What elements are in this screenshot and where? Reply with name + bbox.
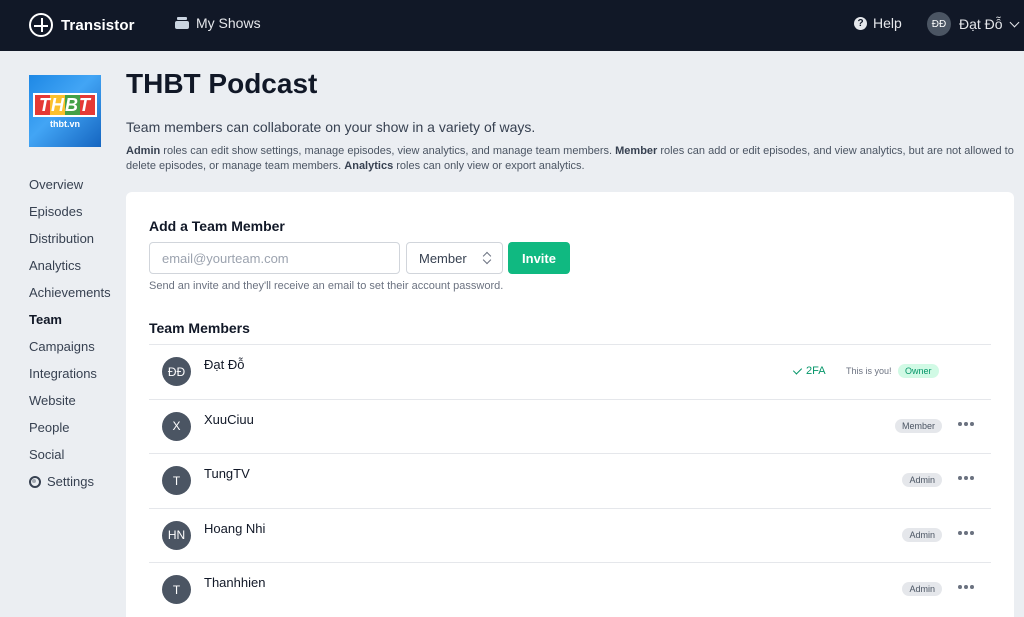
role-badge: Admin — [902, 527, 942, 542]
member-name: Đạt Đỗ — [204, 357, 245, 372]
sidebar-item-people[interactable]: People — [29, 414, 111, 441]
transistor-logo-icon — [29, 13, 53, 37]
sidebar-item-distribution[interactable]: Distribution — [29, 225, 111, 252]
sidebar-item-integrations[interactable]: Integrations — [29, 360, 111, 387]
brand-link[interactable]: Transistor — [29, 12, 135, 38]
my-shows-link[interactable]: My Shows — [175, 15, 261, 31]
roles-description: Admin roles can edit show settings, mana… — [126, 145, 1014, 172]
table-row: X XuuCiuu Member — [149, 398, 991, 454]
user-name: Đạt Đỗ — [959, 16, 1003, 32]
email-input[interactable] — [149, 242, 400, 274]
sidebar-item-campaigns[interactable]: Campaigns — [29, 333, 111, 360]
sidebar-item-team[interactable]: Team — [29, 306, 111, 333]
cover-sub-text: thbt.vn — [50, 119, 80, 129]
sidebar-item-overview[interactable]: Overview — [29, 171, 111, 198]
team-members-list: ĐĐ Đạt Đỗ 2FA This is you! Owner X XuuCi… — [149, 344, 991, 617]
sidebar-item-settings[interactable]: Settings — [29, 468, 111, 495]
role-badge: Owner — [898, 364, 939, 378]
table-row: ĐĐ Đạt Đỗ 2FA This is you! Owner — [149, 344, 991, 399]
chevron-down-icon — [1009, 17, 1020, 27]
updown-chevron-icon — [483, 251, 491, 265]
user-menu[interactable]: ĐĐ Đạt Đỗ — [927, 12, 1020, 36]
avatar: T — [162, 575, 191, 605]
question-icon: ? — [854, 16, 867, 30]
member-name: Thanhhien — [204, 575, 266, 591]
more-options-icon[interactable] — [958, 421, 975, 426]
invite-button[interactable]: Invite — [508, 242, 570, 274]
more-options-icon[interactable] — [958, 476, 975, 481]
this-is-you-label: This is you! — [846, 366, 892, 376]
avatar: T — [162, 466, 191, 496]
sidebar-item-achievements[interactable]: Achievements — [29, 279, 111, 306]
check-icon — [792, 364, 803, 375]
role-badge: Member — [894, 418, 942, 433]
help-label: Help — [873, 15, 902, 31]
role-badge: Admin — [902, 473, 942, 488]
help-link[interactable]: ? Help — [854, 15, 902, 31]
sidebar-item-analytics[interactable]: Analytics — [29, 252, 111, 279]
team-lead-text: Team members can collaborate on your sho… — [126, 119, 536, 135]
invite-hint: Send an invite and they'll receive an em… — [149, 280, 504, 292]
add-member-heading: Add a Team Member — [149, 218, 285, 234]
role-select-value: Member — [419, 250, 467, 266]
my-shows-label: My Shows — [196, 15, 261, 31]
table-row: HN Hoang Nhi Admin — [149, 507, 991, 563]
member-name: XuuCiuu — [204, 411, 254, 427]
table-row: T Thanhhien Admin — [149, 562, 991, 617]
team-card: Add a Team Member Member Invite Send an … — [126, 192, 1014, 617]
role-select[interactable]: Member — [406, 242, 503, 274]
cover-logo-text: THBT — [33, 93, 97, 117]
more-options-icon[interactable] — [958, 530, 975, 535]
sidebar-item-episodes[interactable]: Episodes — [29, 198, 111, 225]
avatar: HN — [162, 520, 191, 550]
team-members-heading: Team Members — [149, 320, 250, 336]
gear-icon — [29, 475, 41, 488]
more-options-icon[interactable] — [958, 585, 975, 590]
table-row: T TungTV Admin — [149, 453, 991, 508]
member-name: TungTV — [204, 466, 250, 482]
avatar: ĐĐ — [162, 357, 191, 386]
role-badge: Admin — [902, 582, 942, 597]
twofa-indicator: 2FA — [792, 364, 826, 377]
page-title: THBT Podcast — [126, 68, 318, 99]
avatar: X — [162, 411, 191, 441]
top-bar: Transistor My Shows ? Help ĐĐ Đạt Đỗ — [0, 0, 1024, 51]
sidebar-item-social[interactable]: Social — [29, 441, 111, 468]
shows-icon — [175, 17, 189, 29]
brand-name: Transistor — [61, 16, 135, 34]
show-cover-art[interactable]: THBT thbt.vn — [29, 75, 101, 147]
member-name: Hoang Nhi — [204, 520, 266, 536]
sidebar-item-website[interactable]: Website — [29, 387, 111, 414]
sidebar-nav: Overview Episodes Distribution Analytics… — [29, 171, 111, 495]
user-avatar: ĐĐ — [927, 12, 951, 36]
